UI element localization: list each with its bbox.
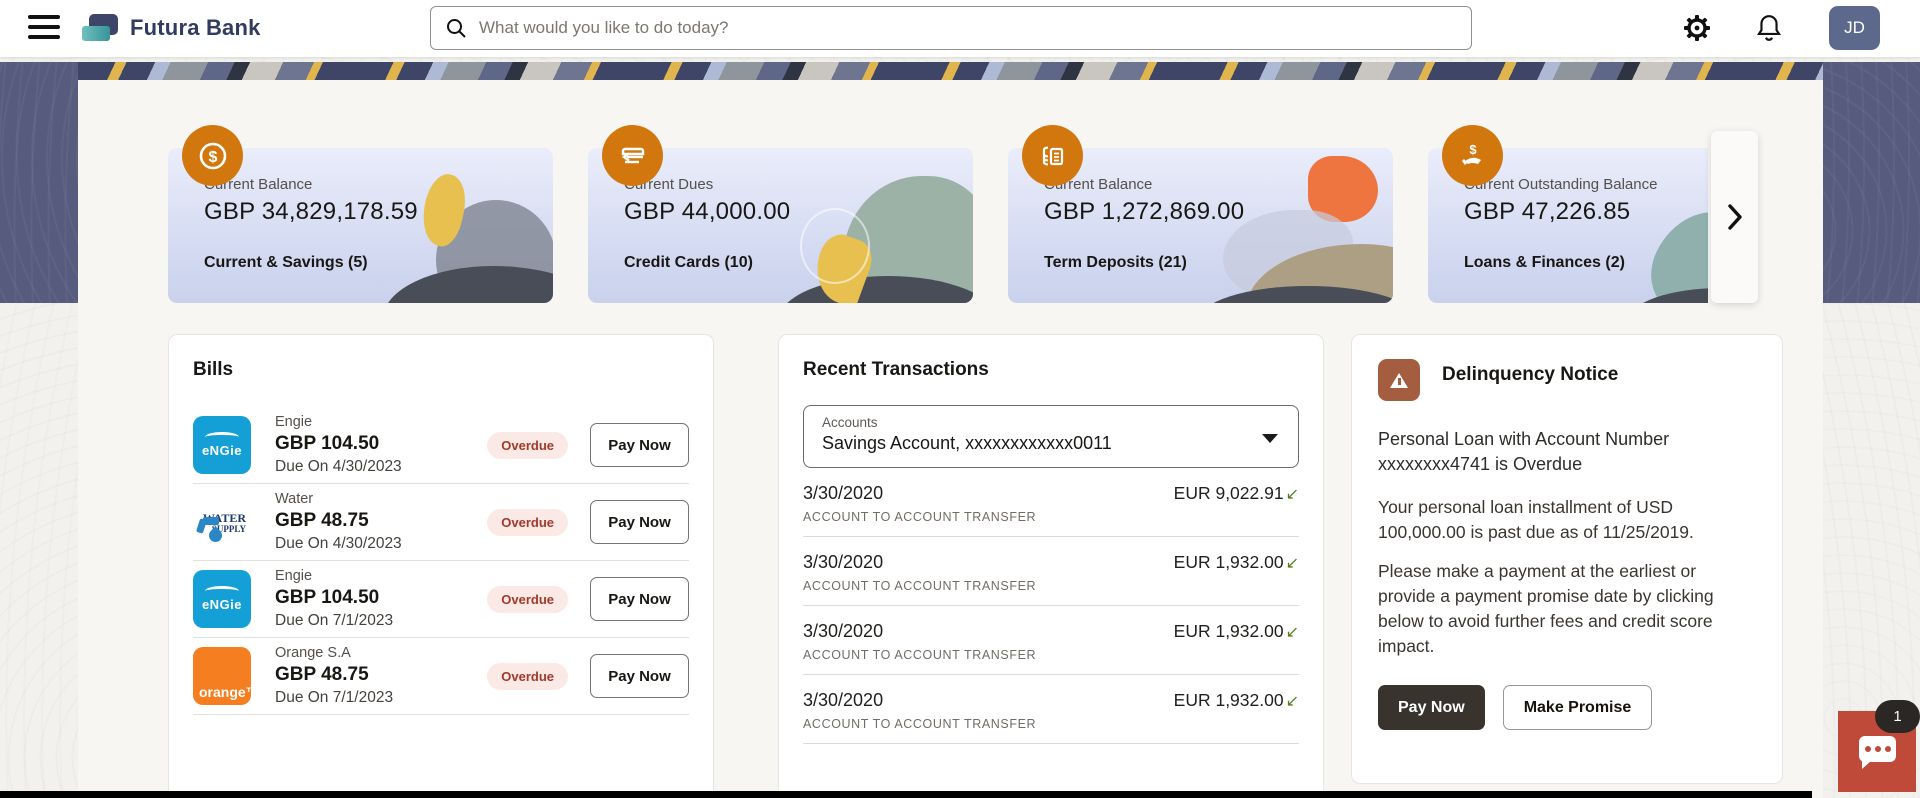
transaction-amount: EUR 1,932.00↙ bbox=[1174, 552, 1299, 573]
bills-panel: Bills eNGie Engie GBP 104.50 Due On 4/30… bbox=[168, 334, 714, 798]
transaction-description: ACCOUNT TO ACCOUNT TRANSFER bbox=[803, 510, 1299, 524]
bills-title: Bills bbox=[193, 359, 689, 381]
credit-arrow-icon: ↙ bbox=[1286, 693, 1299, 710]
bill-pay-now-button[interactable]: Pay Now bbox=[590, 654, 689, 698]
transaction-row: 3/30/2020 EUR 1,932.00↙ ACCOUNT TO ACCOU… bbox=[803, 675, 1299, 743]
bill-row: eNGie Engie GBP 104.50 Due On 7/1/2023 O… bbox=[193, 561, 689, 637]
transaction-date: 3/30/2020 bbox=[803, 483, 883, 504]
bill-payee: Engie bbox=[275, 413, 487, 432]
overdue-badge: Overdue bbox=[487, 663, 568, 690]
delinquency-pay-now-button[interactable]: Pay Now bbox=[1378, 685, 1485, 730]
bill-due-date: Due On 7/1/2023 bbox=[275, 687, 487, 708]
water-supply-logo: WATER SUPPLY bbox=[193, 493, 251, 551]
search-input[interactable] bbox=[479, 18, 1457, 38]
engie-logo: eNGie bbox=[193, 570, 251, 628]
credit-arrow-icon: ↙ bbox=[1286, 624, 1299, 641]
delinquency-instructions: Please make a payment at the earliest or… bbox=[1378, 559, 1756, 659]
delinquency-summary: Personal Loan with Account Number xxxxxx… bbox=[1378, 427, 1756, 477]
transaction-row: 3/30/2020 EUR 1,932.00↙ ACCOUNT TO ACCOU… bbox=[803, 537, 1299, 605]
bill-due-date: Due On 4/30/2023 bbox=[275, 456, 487, 477]
chevron-right-icon bbox=[1727, 204, 1743, 230]
bill-pay-now-button[interactable]: Pay Now bbox=[590, 577, 689, 621]
bill-amount: GBP 48.75 bbox=[275, 663, 487, 687]
transaction-amount: EUR 9,022.91↙ bbox=[1174, 483, 1299, 504]
recent-transactions-title: Recent Transactions bbox=[803, 359, 1299, 381]
window-bottom-edge bbox=[0, 791, 1812, 798]
credit-arrow-icon: ↙ bbox=[1286, 486, 1299, 503]
account-balance-amount: GBP 34,829,178.59 bbox=[204, 198, 418, 226]
account-product-link[interactable]: Term Deposits (21) bbox=[1044, 254, 1187, 272]
transaction-date: 3/30/2020 bbox=[803, 690, 883, 711]
bill-pay-now-button[interactable]: Pay Now bbox=[590, 500, 689, 544]
transaction-row: 3/30/2020 EUR 9,022.91↙ ACCOUNT TO ACCOU… bbox=[803, 468, 1299, 536]
svg-text:$: $ bbox=[1469, 142, 1477, 157]
top-bar: Futura Bank bbox=[0, 0, 1920, 57]
settings-gear-icon[interactable] bbox=[1681, 12, 1713, 44]
chat-bubble-icon bbox=[1859, 736, 1896, 762]
carousel-next-button[interactable] bbox=[1711, 131, 1758, 303]
delinquency-detail: Your personal loan installment of USD 10… bbox=[1378, 495, 1756, 545]
account-balance-amount: GBP 47,226.85 bbox=[1464, 198, 1630, 226]
transaction-date: 3/30/2020 bbox=[803, 621, 883, 642]
recent-transactions-panel: Recent Transactions Accounts Savings Acc… bbox=[778, 334, 1324, 798]
bank-logo-icon bbox=[80, 10, 118, 46]
chevron-down-icon bbox=[1262, 434, 1278, 443]
bill-payee: Orange S.A bbox=[275, 644, 487, 663]
accounts-dropdown-label: Accounts bbox=[822, 415, 1254, 430]
bill-payee: Water bbox=[275, 490, 487, 509]
bill-row: orange™ Orange S.A GBP 48.75 Due On 7/1/… bbox=[193, 638, 689, 714]
banner-pattern bbox=[78, 62, 1823, 80]
search-icon bbox=[445, 17, 467, 39]
bill-amount: GBP 48.75 bbox=[275, 509, 487, 533]
bill-pay-now-button[interactable]: Pay Now bbox=[590, 423, 689, 467]
menu-icon[interactable] bbox=[28, 15, 60, 41]
bill-payee: Engie bbox=[275, 567, 487, 586]
chat-unread-badge: 1 bbox=[1875, 700, 1920, 733]
overdue-badge: Overdue bbox=[487, 432, 568, 459]
transaction-amount: EUR 1,932.00↙ bbox=[1174, 621, 1299, 642]
delinquency-title: Delinquency Notice bbox=[1442, 364, 1618, 386]
transaction-description: ACCOUNT TO ACCOUNT TRANSFER bbox=[803, 648, 1299, 662]
bill-amount: GBP 104.50 bbox=[275, 432, 487, 456]
accounts-dropdown[interactable]: Accounts Savings Account, xxxxxxxxxxxx00… bbox=[803, 405, 1299, 468]
overdue-badge: Overdue bbox=[487, 586, 568, 613]
brand-name: Futura Bank bbox=[130, 8, 261, 48]
account-product-link[interactable]: Credit Cards (10) bbox=[624, 254, 753, 272]
account-balance-amount: GBP 1,272,869.00 bbox=[1044, 198, 1244, 226]
overdue-badge: Overdue bbox=[487, 509, 568, 536]
transaction-amount: EUR 1,932.00↙ bbox=[1174, 690, 1299, 711]
card-transfer-icon bbox=[602, 125, 663, 186]
make-promise-button[interactable]: Make Promise bbox=[1503, 685, 1653, 730]
bill-row: eNGie Engie GBP 104.50 Due On 4/30/2023 … bbox=[193, 407, 689, 483]
transaction-description: ACCOUNT TO ACCOUNT TRANSFER bbox=[803, 717, 1299, 731]
avatar[interactable]: JD bbox=[1829, 6, 1880, 50]
dollar-coin-icon: $ bbox=[182, 125, 243, 186]
orange-logo: orange™ bbox=[193, 647, 251, 705]
warning-icon bbox=[1378, 359, 1420, 401]
credit-arrow-icon: ↙ bbox=[1286, 555, 1299, 572]
account-balance-label: Current Outstanding Balance bbox=[1464, 176, 1657, 193]
delinquency-notice-panel: Delinquency Notice Personal Loan with Ac… bbox=[1351, 334, 1783, 784]
notifications-bell-icon[interactable] bbox=[1753, 12, 1785, 44]
brand[interactable]: Futura Bank bbox=[80, 8, 261, 48]
bill-due-date: Due On 4/30/2023 bbox=[275, 533, 487, 554]
bill-row: WATER SUPPLY Water GBP 48.75 Due On 4/30… bbox=[193, 484, 689, 560]
account-product-link[interactable]: Loans & Finances (2) bbox=[1464, 254, 1625, 272]
hand-coin-icon: $ bbox=[1442, 125, 1503, 186]
svg-text:$: $ bbox=[208, 149, 217, 166]
coins-document-icon bbox=[1022, 125, 1083, 186]
global-search bbox=[430, 6, 1472, 50]
dashboard-page: Futura Bank bbox=[0, 0, 1920, 798]
content-sheet: Current Balance GBP 34,829,178.59 Curren… bbox=[78, 80, 1823, 798]
accounts-dropdown-value: Savings Account, xxxxxxxxxxxx0011 bbox=[822, 433, 1254, 454]
account-product-link[interactable]: Current & Savings (5) bbox=[204, 254, 368, 272]
bill-amount: GBP 104.50 bbox=[275, 586, 487, 610]
bill-due-date: Due On 7/1/2023 bbox=[275, 610, 487, 631]
transaction-row: 3/30/2020 EUR 1,932.00↙ ACCOUNT TO ACCOU… bbox=[803, 606, 1299, 674]
transaction-description: ACCOUNT TO ACCOUNT TRANSFER bbox=[803, 579, 1299, 593]
account-balance-amount: GBP 44,000.00 bbox=[624, 198, 790, 226]
engie-logo: eNGie bbox=[193, 416, 251, 474]
transaction-date: 3/30/2020 bbox=[803, 552, 883, 573]
